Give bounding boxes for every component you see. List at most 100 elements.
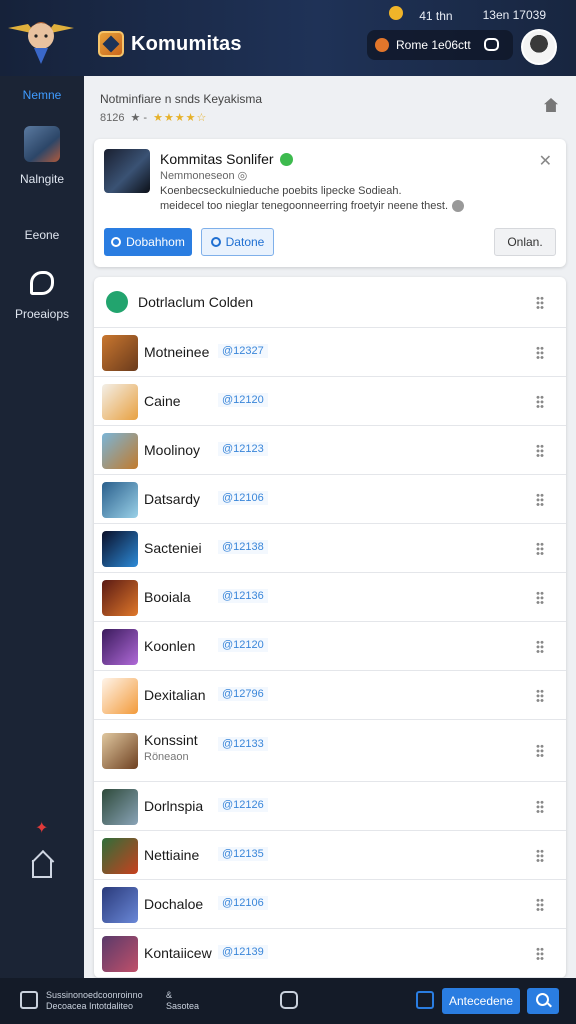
home-icon[interactable] [32, 860, 52, 878]
bottom-bar: Sussinonoedcoonroinno Decoacea Intotdalit… [0, 978, 576, 1024]
drag-handle-icon[interactable] [536, 946, 544, 961]
status-date: 13en 17039 [482, 7, 546, 22]
drag-handle-icon[interactable] [536, 688, 544, 703]
filter-icon[interactable] [416, 991, 434, 1009]
member-name: Caine [144, 393, 181, 409]
share-icon[interactable] [280, 991, 298, 1009]
refresh-icon [111, 237, 122, 247]
drag-handle-icon[interactable] [536, 639, 544, 654]
drag-handle-icon[interactable] [536, 492, 544, 507]
member-avatar [102, 837, 138, 874]
member-id: @12136 [218, 589, 268, 603]
sidebar-item-home[interactable]: Nemne [0, 88, 84, 102]
member-name: Nettiaine [144, 847, 200, 863]
table-row[interactable]: Konssint Röneaon @12133 [94, 720, 566, 782]
member-id: @12135 [218, 847, 268, 861]
drag-handle-icon[interactable] [536, 848, 544, 863]
summary-title: Notminfiare n snds Keyakisma [100, 92, 263, 106]
ghost-button[interactable]: Onlan. [494, 228, 556, 256]
table-row[interactable]: Booiala @12136 [94, 573, 566, 622]
list-header-title: Dotrlaclum Colden [138, 294, 254, 310]
notification-label: Rome 1e06ctt [396, 38, 471, 52]
member-id: @12138 [218, 540, 268, 554]
refresh-icon [210, 237, 221, 247]
rating-stars: ★★★★☆ [153, 112, 208, 124]
community-summary: Notminfiare n snds Keyakisma 8126 ★ - ★★… [100, 92, 262, 124]
table-row[interactable]: Moolinoy @12123 [94, 426, 566, 475]
table-row[interactable]: Nettiaine @12135 [94, 831, 566, 880]
table-row[interactable]: Dexitalian @12796 [94, 671, 566, 720]
drag-handle-icon[interactable] [536, 394, 544, 409]
table-row[interactable]: Dorlnspia @12126 [94, 782, 566, 831]
member-avatar [102, 935, 138, 972]
member-avatar [102, 579, 138, 616]
member-avatar [102, 334, 138, 371]
member-avatar [102, 628, 138, 665]
document-icon[interactable] [20, 991, 38, 1009]
member-name: Motneinee [144, 344, 210, 360]
drag-handle-icon[interactable] [536, 296, 544, 310]
member-avatar [102, 383, 138, 420]
drag-handle-icon[interactable] [536, 443, 544, 458]
hero-avatar-icon[interactable] [6, 6, 76, 68]
info-icon[interactable] [452, 200, 465, 213]
home-small-icon[interactable] [544, 98, 558, 112]
member-id: @12120 [218, 393, 268, 407]
action-button[interactable]: Antecedene [442, 988, 520, 1014]
member-name: Koonlen [144, 638, 196, 654]
member-id: @12106 [218, 896, 268, 910]
member-id: @12106 [218, 491, 268, 505]
list-header: Dotrlaclum Colden [94, 277, 566, 328]
table-row[interactable]: Kontaiicew @12139 [94, 929, 566, 978]
sidebar-item-eeone[interactable]: Eeone [0, 228, 84, 242]
table-row[interactable]: Sacteniei @12138 [94, 524, 566, 573]
member-avatar [102, 886, 138, 923]
member-avatar [102, 530, 138, 567]
table-row[interactable]: Motneinee @12327 [94, 328, 566, 377]
search-icon[interactable] [527, 988, 559, 1014]
member-name: Kontaiicew [144, 945, 212, 961]
table-row[interactable]: Datsardy @12106 [94, 475, 566, 524]
table-row[interactable]: Dochaloe @12106 [94, 880, 566, 929]
member-name: Moolinoy [144, 442, 201, 458]
sidebar-item-label: Nalngite [19, 172, 65, 186]
pin-icon: ★ - [130, 112, 148, 124]
member-id: @12796 [218, 687, 268, 701]
secondary-button[interactable]: Datone [201, 228, 274, 256]
member-name: Booiala [144, 589, 191, 605]
app-title: Komumitas [131, 33, 242, 55]
table-row[interactable]: Koonlen @12120 [94, 622, 566, 671]
sidebar-item-profile[interactable]: Nalngite [0, 126, 84, 186]
table-row[interactable]: Caine @12120 [94, 377, 566, 426]
sidebar-item-label: Nemne [22, 88, 62, 102]
sidebar-item-label: Proeaiops [14, 307, 70, 321]
close-icon[interactable]: ✕ [539, 151, 552, 171]
drag-handle-icon[interactable] [536, 345, 544, 360]
user-avatar[interactable] [521, 29, 557, 65]
summary-count: 8126 [100, 111, 125, 124]
member-id: @12139 [218, 945, 268, 959]
card-meta: Nemmoneseon ◎ [160, 170, 248, 182]
member-id: @12120 [218, 638, 268, 652]
member-id: @12327 [218, 344, 268, 358]
drag-handle-icon[interactable] [536, 541, 544, 556]
card-title: Kommitas Sonlifer [160, 151, 293, 167]
sidebar-item-processes[interactable]: Proeaiops [0, 271, 84, 321]
member-avatar [102, 733, 138, 769]
drag-handle-icon[interactable] [536, 897, 544, 912]
drag-handle-icon[interactable] [536, 744, 544, 758]
chat-icon[interactable] [484, 38, 499, 51]
member-avatar [102, 677, 138, 714]
member-id: @12133 [218, 737, 268, 751]
app-header: Komumitas 41 thn 13en 17039 Rome 1e06ctt [0, 0, 576, 76]
drag-handle-icon[interactable] [536, 590, 544, 605]
drag-handle-icon[interactable] [536, 799, 544, 814]
notification-icon [375, 38, 389, 52]
primary-button[interactable]: Dobahhom [104, 228, 192, 256]
status-time: 41 thn [389, 6, 453, 23]
favorite-star-icon[interactable]: ✦ [35, 818, 48, 838]
community-avatar [104, 149, 150, 193]
main-content: Notminfiare n snds Keyakisma 8126 ★ - ★★… [84, 76, 576, 978]
member-name: Sacteniei [144, 540, 202, 556]
member-id: @12123 [218, 442, 268, 456]
